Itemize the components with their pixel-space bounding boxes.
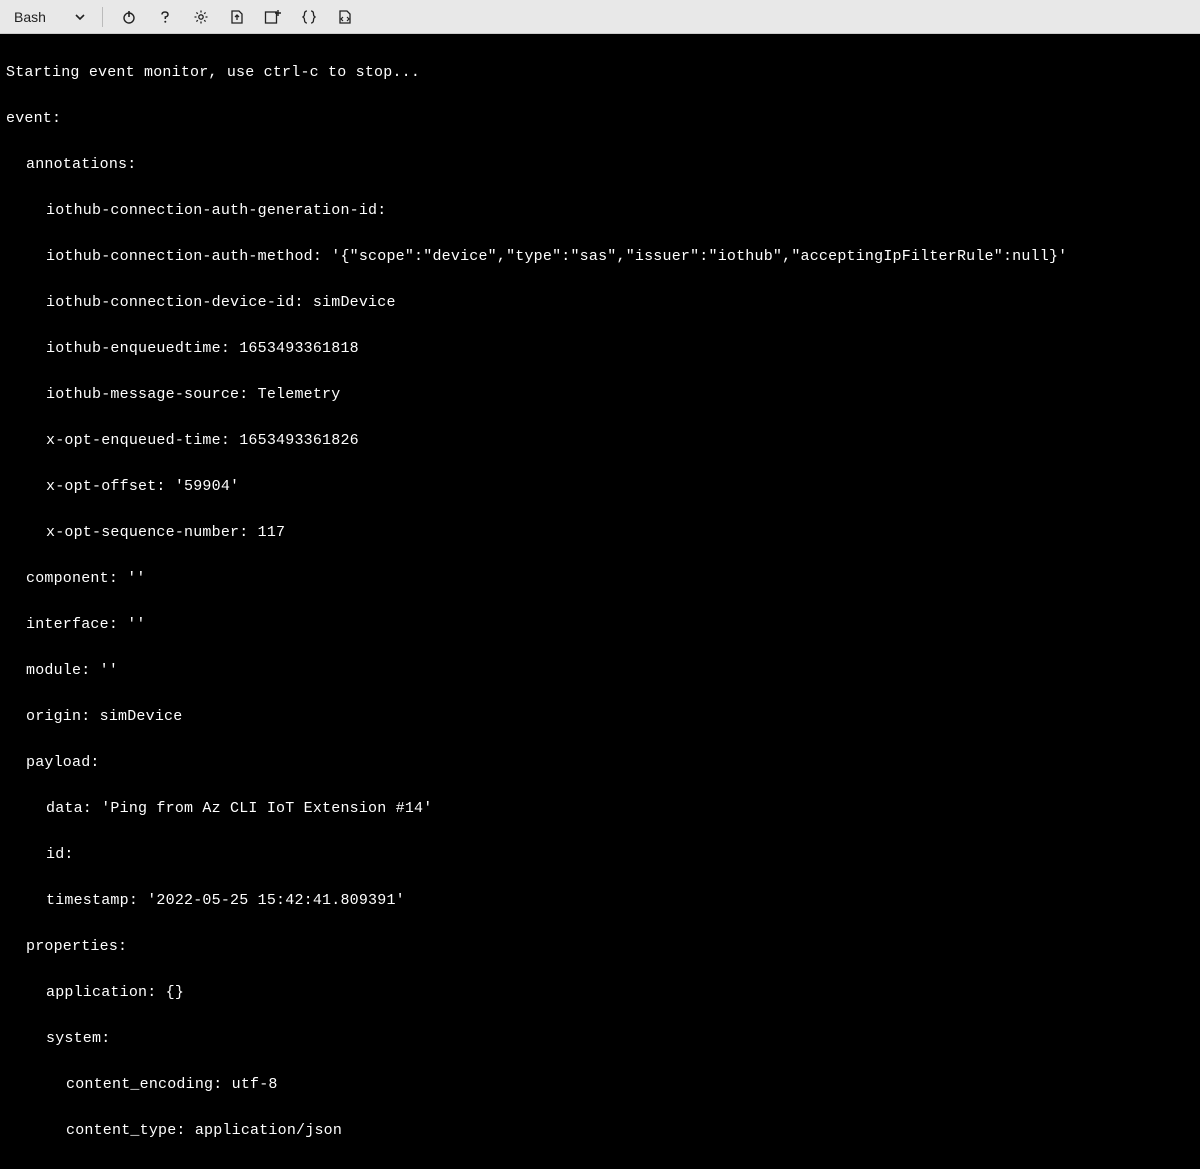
chevron-down-icon: [74, 11, 86, 23]
divider: [102, 7, 103, 27]
upload-file-icon[interactable]: [221, 3, 253, 31]
terminal-line: iothub-message-source: Telemetry: [6, 383, 1194, 406]
new-session-icon[interactable]: [257, 3, 289, 31]
shell-label: Bash: [14, 9, 46, 25]
terminal-line: iothub-connection-auth-generation-id:: [6, 199, 1194, 222]
shell-selector[interactable]: Bash: [8, 5, 92, 29]
terminal-line: data: 'Ping from Az CLI IoT Extension #1…: [6, 797, 1194, 820]
terminal-line: system:: [6, 1027, 1194, 1050]
terminal-line: origin: simDevice: [6, 705, 1194, 728]
terminal-line: Starting event monitor, use ctrl-c to st…: [6, 61, 1194, 84]
terminal-line: module: '': [6, 659, 1194, 682]
help-icon[interactable]: [149, 3, 181, 31]
terminal-line: annotations:: [6, 153, 1194, 176]
terminal-line: x-opt-enqueued-time: 1653493361826: [6, 429, 1194, 452]
terminal-line: iothub-connection-auth-method: '{"scope"…: [6, 245, 1194, 268]
terminal-output: Starting event monitor, use ctrl-c to st…: [0, 34, 1200, 1169]
terminal-line: application: {}: [6, 981, 1194, 1004]
toolbar: Bash: [0, 0, 1200, 34]
terminal-line: x-opt-sequence-number: 117: [6, 521, 1194, 544]
terminal-line: iothub-enqueuedtime: 1653493361818: [6, 337, 1194, 360]
terminal-line: component: '': [6, 567, 1194, 590]
terminal-line: id:: [6, 843, 1194, 866]
terminal-line: iothub-connection-device-id: simDevice: [6, 291, 1194, 314]
terminal-line: properties:: [6, 935, 1194, 958]
terminal-line: x-opt-offset: '59904': [6, 475, 1194, 498]
power-icon[interactable]: [113, 3, 145, 31]
braces-icon[interactable]: [293, 3, 325, 31]
terminal-line: payload:: [6, 751, 1194, 774]
terminal-line: event:: [6, 107, 1194, 130]
terminal-line: content_encoding: utf-8: [6, 1073, 1194, 1096]
terminal-line: interface: '': [6, 613, 1194, 636]
terminal-line: content_type: application/json: [6, 1119, 1194, 1142]
settings-icon[interactable]: [185, 3, 217, 31]
terminal-line: timestamp: '2022-05-25 15:42:41.809391': [6, 889, 1194, 912]
open-editor-icon[interactable]: [329, 3, 361, 31]
